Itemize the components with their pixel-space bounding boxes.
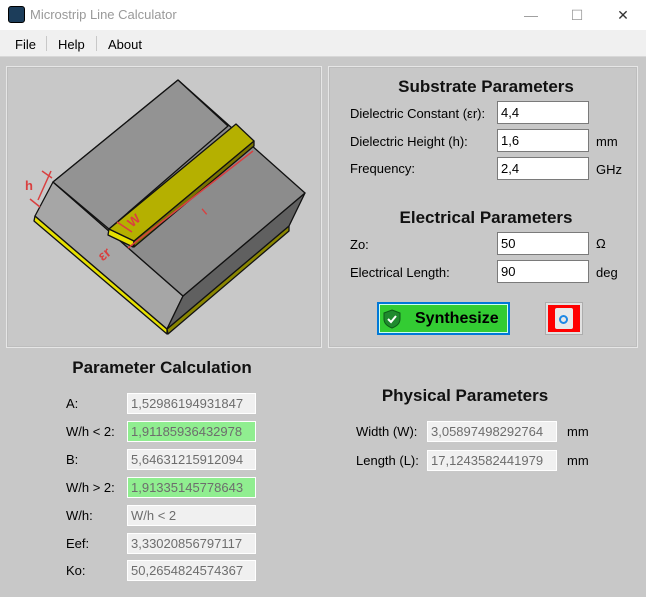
zo-label: Zo: bbox=[350, 237, 369, 252]
height-unit: mm bbox=[596, 134, 618, 149]
physical-label: Length (L): bbox=[356, 453, 419, 468]
zo-input[interactable]: 50 bbox=[497, 232, 589, 255]
zo-unit: Ω bbox=[596, 236, 606, 251]
dielectric-constant-input[interactable]: 4,4 bbox=[497, 101, 589, 124]
diagram-panel: h W l εr bbox=[6, 66, 322, 348]
title-bar: Microstrip Line Calculator — ☐ ✕ bbox=[0, 0, 646, 30]
dielectric-height-label: Dielectric Height (h): bbox=[350, 134, 468, 149]
physical-unit: mm bbox=[567, 453, 589, 468]
menu-separator bbox=[96, 36, 97, 51]
physical-label: Width (W): bbox=[356, 424, 418, 439]
calc-label: W/h: bbox=[66, 507, 93, 523]
calc-value-field: 1,91185936432978 bbox=[127, 420, 256, 442]
calc-value-field: 3,33020856797117 bbox=[127, 532, 256, 554]
physical-value-field: 17,1243582441979 bbox=[427, 450, 557, 471]
calc-value-field: 5,64631215912094 bbox=[127, 448, 256, 470]
frequency-input[interactable]: 2,4 bbox=[497, 157, 589, 180]
menu-separator bbox=[46, 36, 47, 51]
menu-help[interactable]: Help bbox=[58, 37, 85, 52]
physical-title: Physical Parameters bbox=[381, 386, 549, 405]
height-label: h bbox=[25, 178, 33, 193]
calc-value-field: 1,52986194931847 bbox=[127, 393, 256, 414]
dielectric-constant-label: Dielectric Constant (εr): bbox=[350, 106, 486, 121]
calc-label: A: bbox=[66, 396, 79, 411]
electrical-length-label: Electrical Length: bbox=[350, 265, 450, 280]
calc-title: Parameter Calculation bbox=[72, 358, 252, 377]
frequency-unit: GHz bbox=[596, 162, 622, 177]
substrate-title: Substrate Parameters bbox=[398, 77, 574, 96]
maximize-button[interactable]: ☐ bbox=[554, 0, 600, 30]
menu-bar: File Help About bbox=[0, 30, 646, 57]
window-title: Microstrip Line Calculator bbox=[30, 7, 177, 22]
calc-value-field: 1,91335145778643 bbox=[127, 476, 256, 498]
synthesize-label: Synthesize bbox=[415, 310, 499, 327]
frequency-label: Frequency: bbox=[350, 161, 416, 176]
calc-label: Eef: bbox=[66, 535, 90, 551]
physical-unit: mm bbox=[567, 424, 589, 439]
recycle-bin-icon bbox=[548, 305, 580, 332]
synthesize-button[interactable]: Synthesize bbox=[377, 302, 510, 335]
calc-label: W/h > 2: bbox=[66, 479, 115, 495]
microstrip-diagram: h W l εr bbox=[25, 79, 306, 335]
dielectric-height-input[interactable]: 1,6 bbox=[497, 129, 589, 152]
electrical-length-input[interactable]: 90 bbox=[497, 260, 589, 283]
calc-label: B: bbox=[66, 451, 79, 467]
physical-value-field: 3,05897498292764 bbox=[427, 421, 557, 442]
app-icon bbox=[8, 6, 25, 23]
shield-check-icon bbox=[383, 309, 401, 329]
calc-label: W/h < 2: bbox=[66, 423, 115, 439]
close-button[interactable]: ✕ bbox=[600, 0, 646, 30]
calc-value-field: W/h < 2 bbox=[127, 504, 256, 526]
clear-button[interactable] bbox=[545, 302, 583, 335]
menu-file[interactable]: File bbox=[15, 37, 36, 52]
minimize-button[interactable]: — bbox=[508, 0, 554, 30]
electrical-length-unit: deg bbox=[596, 265, 618, 280]
calc-value-field: 50,2654824574367 bbox=[127, 560, 256, 582]
electrical-title: Electrical Parameters bbox=[399, 208, 573, 227]
menu-about[interactable]: About bbox=[108, 37, 142, 52]
calc-label: Ko: bbox=[66, 563, 86, 579]
